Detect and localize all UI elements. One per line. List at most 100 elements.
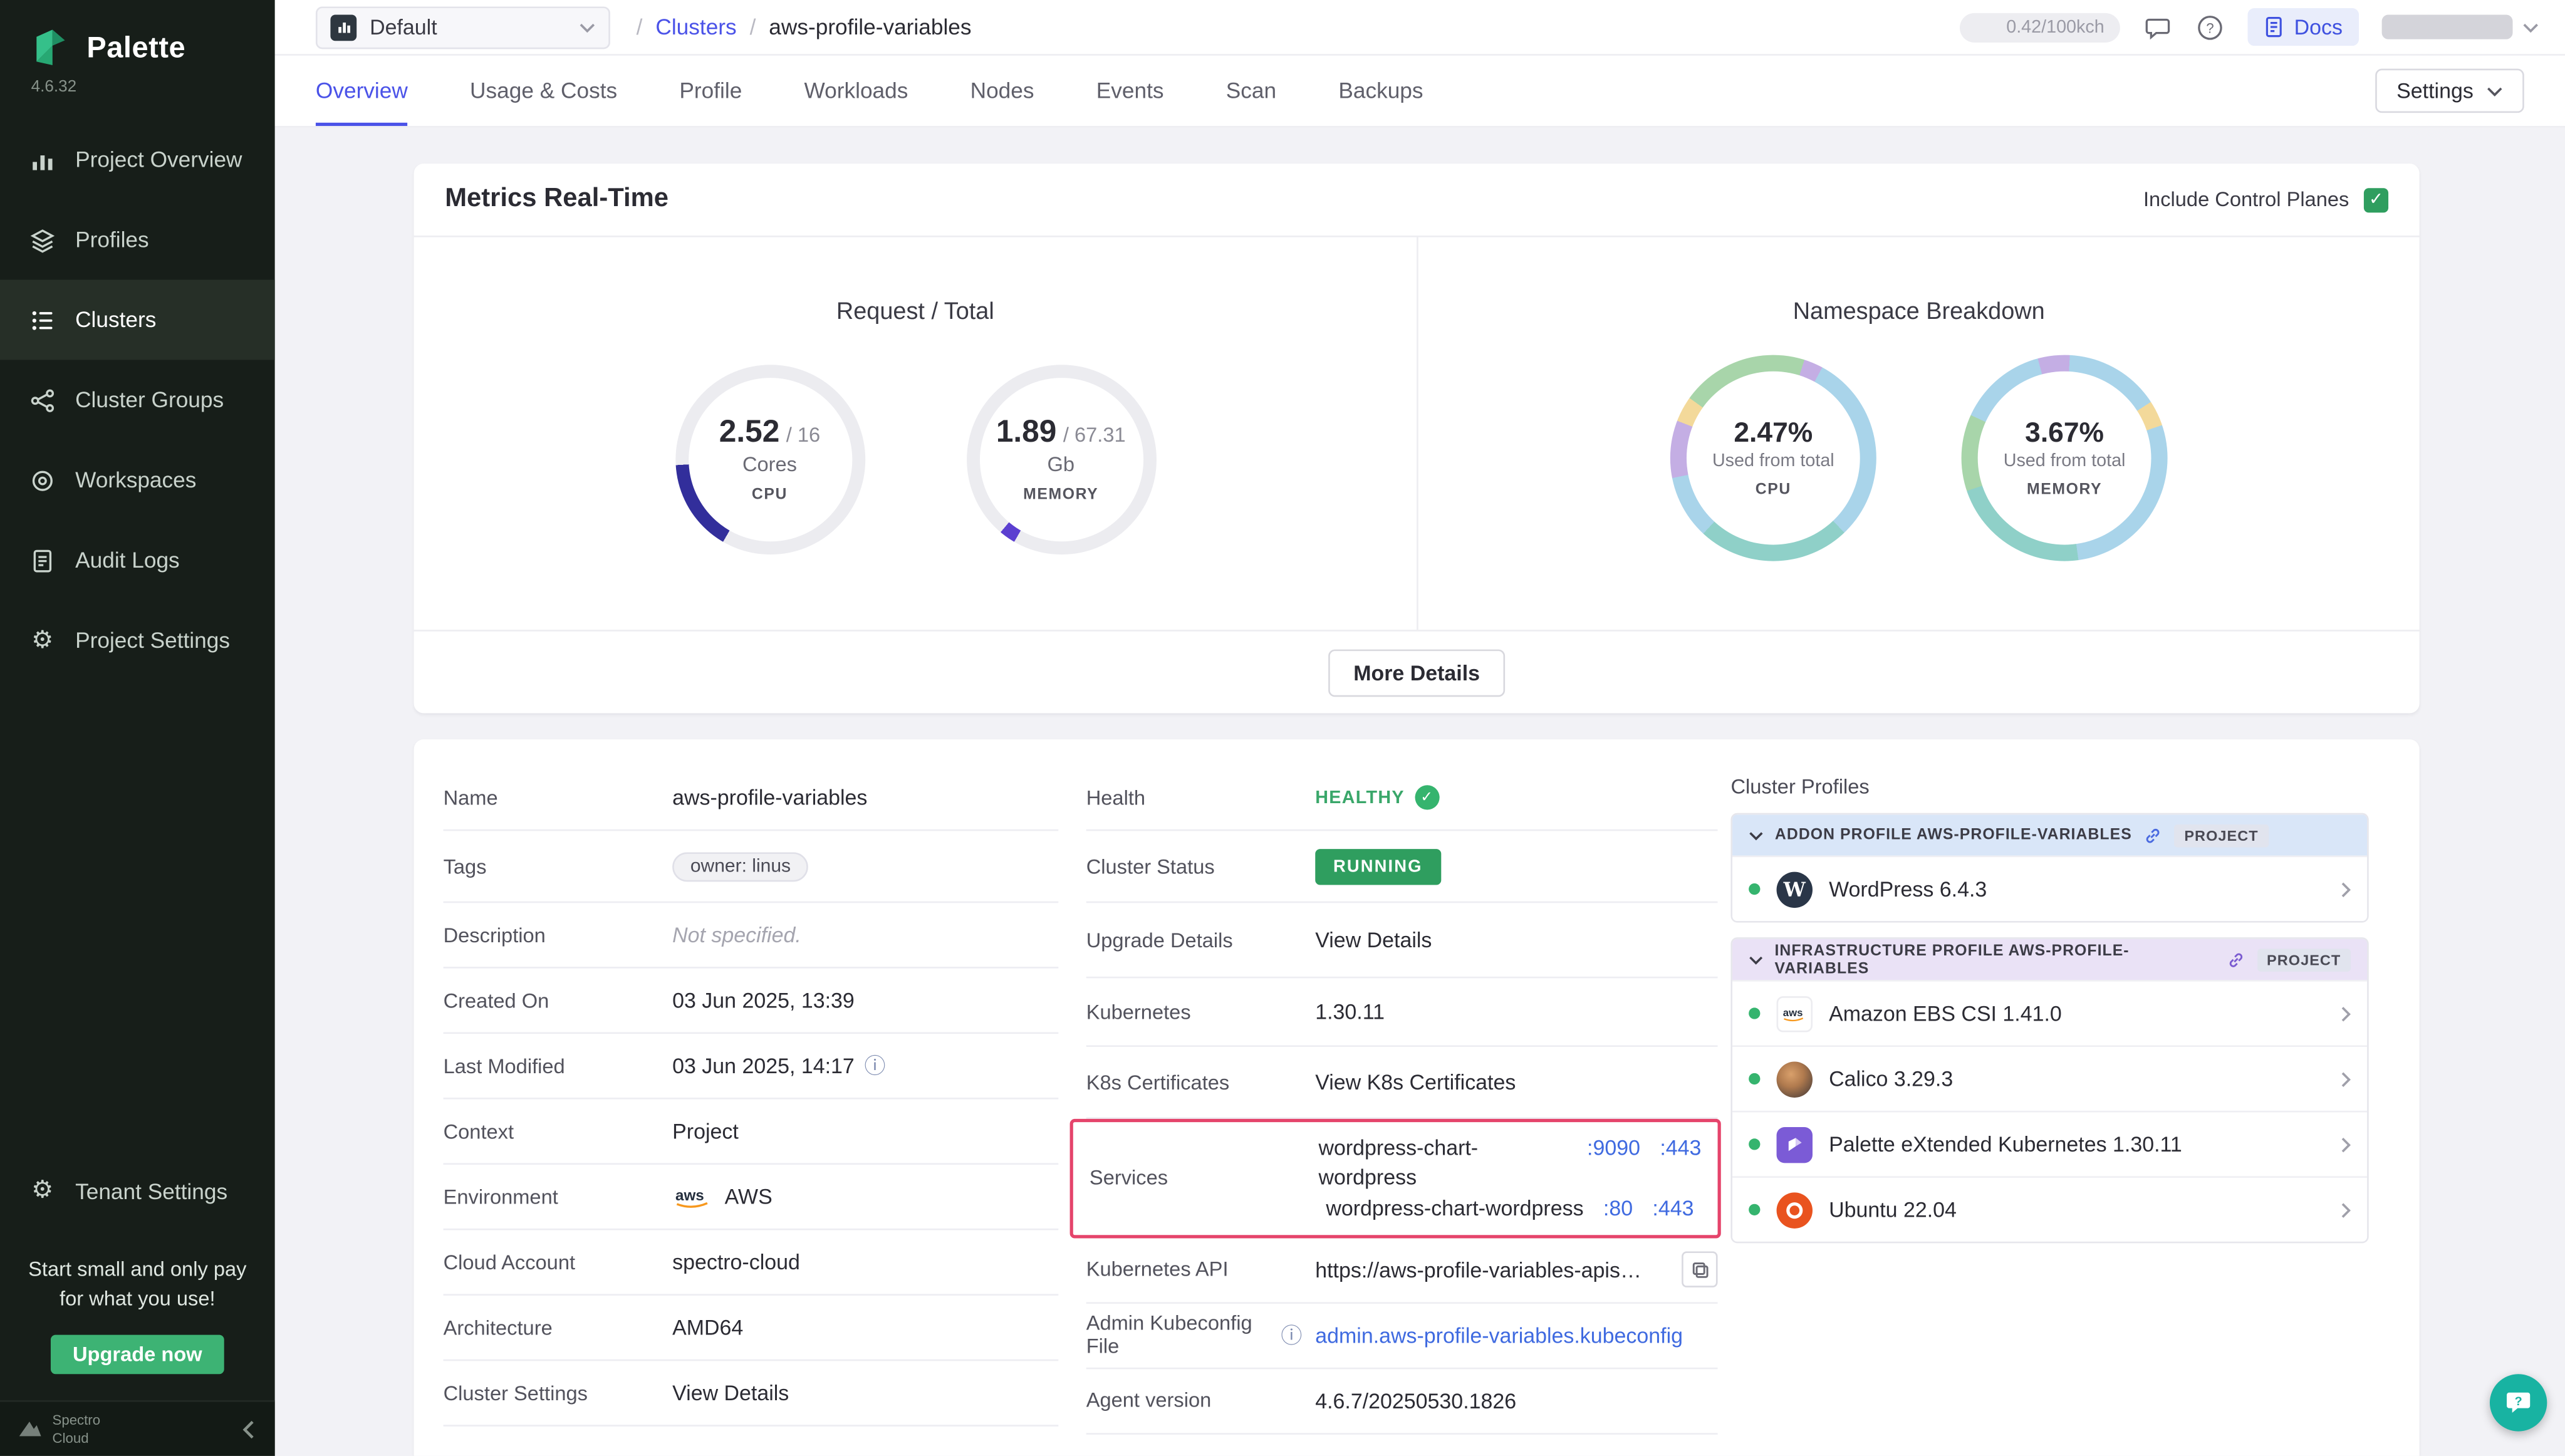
detail-row-health: Health HEALTHY ✓ bbox=[1086, 766, 1718, 831]
service-port-link[interactable]: :443 bbox=[1660, 1133, 1701, 1190]
cluster-profiles-title: Cluster Profiles bbox=[1730, 776, 2368, 799]
sidebar-item-project-settings[interactable]: ⚙ Project Settings bbox=[0, 600, 275, 680]
info-icon[interactable]: ⓘ bbox=[1281, 1324, 1302, 1346]
detail-row-last-modified: Last Modified 03 Jun 2025, 14:17 ⓘ bbox=[444, 1034, 1059, 1099]
help-icon[interactable]: ? bbox=[2196, 13, 2225, 42]
sidebar-item-label: Cluster Groups bbox=[75, 388, 224, 412]
sidebar-item-tenant-settings[interactable]: ⚙ Tenant Settings bbox=[0, 1151, 275, 1231]
document-icon bbox=[29, 547, 56, 573]
tab-events[interactable]: Events bbox=[1096, 56, 1164, 126]
project-selector[interactable]: Default bbox=[316, 6, 610, 48]
bar-chart-icon bbox=[29, 147, 56, 173]
metrics-realtime-card: Metrics Real-Time Include Control Planes… bbox=[414, 164, 2420, 713]
link-icon[interactable] bbox=[2226, 950, 2245, 969]
namespace-breakdown-title: Namespace Breakdown bbox=[1793, 299, 2045, 326]
sidebar-item-workspaces[interactable]: Workspaces bbox=[0, 440, 275, 520]
request-total-panel: Request / Total 2.52 / 16 Cores CPU bbox=[414, 237, 1417, 630]
status-dot bbox=[1749, 883, 1760, 895]
cluster-details-card: Name aws-profile-variables Tags owner: l… bbox=[414, 739, 2420, 1456]
sidebar-item-clusters[interactable]: Clusters bbox=[0, 279, 275, 360]
tab-nodes[interactable]: Nodes bbox=[970, 56, 1034, 126]
kubeconfig-download-link[interactable]: admin.aws-profile-variables.kubeconfig bbox=[1315, 1323, 1683, 1347]
status-dot bbox=[1749, 1204, 1760, 1215]
chevron-right-icon bbox=[2341, 1136, 2351, 1152]
view-k8s-certificates-link[interactable]: View K8s Certificates bbox=[1315, 1070, 1717, 1095]
status-dot bbox=[1749, 1073, 1760, 1084]
layers-icon bbox=[29, 227, 56, 253]
tab-scan[interactable]: Scan bbox=[1226, 56, 1276, 126]
settings-dropdown-button[interactable]: Settings bbox=[2375, 69, 2524, 113]
upgrade-now-button[interactable]: Upgrade now bbox=[51, 1335, 224, 1375]
tab-usage-costs[interactable]: Usage & Costs bbox=[470, 56, 617, 126]
service-port-link[interactable]: :443 bbox=[1652, 1194, 1694, 1223]
profile-layer-amazon-ebs-csi[interactable]: aws Amazon EBS CSI 1.41.0 bbox=[1732, 980, 2367, 1045]
profile-layer-calico[interactable]: Calico 3.29.3 bbox=[1732, 1045, 2367, 1110]
link-icon[interactable] bbox=[2143, 825, 2163, 845]
sidebar: Palette 4.6.32 Project Overview Profiles… bbox=[0, 0, 275, 1456]
sidebar-item-project-overview[interactable]: Project Overview bbox=[0, 120, 275, 200]
wordpress-logo: W bbox=[1777, 871, 1813, 907]
app-window: Palette 4.6.32 Project Overview Profiles… bbox=[0, 0, 2565, 1456]
spectro-cloud-wordmark: Spectro Cloud bbox=[53, 1412, 100, 1445]
spectro-cloud-logo bbox=[16, 1418, 43, 1440]
app-version: 4.6.32 bbox=[0, 75, 275, 119]
palette-logo-icon bbox=[29, 26, 72, 69]
more-details-button[interactable]: More Details bbox=[1329, 648, 1504, 696]
chevron-right-icon bbox=[2341, 1005, 2351, 1021]
info-icon[interactable]: ⓘ bbox=[864, 1055, 885, 1076]
infrastructure-profile-header[interactable]: INFRASTRUCTURE PROFILE AWS-PROFILE-VARIA… bbox=[1732, 939, 2367, 980]
sidebar-footer: Spectro Cloud bbox=[0, 1400, 275, 1456]
project-icon bbox=[330, 14, 356, 40]
copy-icon[interactable] bbox=[1682, 1251, 1717, 1287]
service-port-link[interactable]: :80 bbox=[1603, 1194, 1633, 1223]
service-row: wordpress-chart-wordpress :80 :443 bbox=[1326, 1194, 1694, 1223]
detail-row-cluster-settings: Cluster Settings View Details bbox=[444, 1361, 1059, 1426]
sidebar-item-profiles[interactable]: Profiles bbox=[0, 200, 275, 280]
collapse-sidebar-icon[interactable] bbox=[242, 1419, 255, 1438]
chevron-right-icon bbox=[2341, 1071, 2351, 1087]
tab-overview[interactable]: Overview bbox=[316, 56, 408, 126]
project-selector-value: Default bbox=[370, 14, 566, 39]
sidebar-item-label: Project Overview bbox=[75, 147, 242, 172]
project-scope-badge: PROJECT bbox=[2257, 948, 2351, 971]
tab-workloads[interactable]: Workloads bbox=[804, 56, 908, 126]
aws-logo: aws bbox=[1777, 996, 1813, 1031]
profile-layer-wordpress[interactable]: W WordPress 6.4.3 bbox=[1732, 856, 2367, 921]
chevron-down-icon bbox=[2487, 86, 2503, 96]
profile-layer-ubuntu[interactable]: Ubuntu 22.04 bbox=[1732, 1176, 2367, 1241]
cluster-settings-view-details-link[interactable]: View Details bbox=[672, 1381, 1058, 1405]
detail-row-description: Description Not specified. bbox=[444, 903, 1059, 968]
sidebar-item-audit-logs[interactable]: Audit Logs bbox=[0, 520, 275, 600]
docs-icon bbox=[2265, 16, 2284, 38]
cluster-profiles-panel: Cluster Profiles ADDON PROFILE AWS-PROFI… bbox=[1730, 766, 2368, 1456]
detail-row-environment: Environment aws AWS bbox=[444, 1165, 1059, 1230]
chat-icon[interactable] bbox=[2143, 13, 2173, 42]
addon-profile-header[interactable]: ADDON PROFILE AWS-PROFILE-VARIABLES PROJ… bbox=[1732, 814, 2367, 855]
tab-profile[interactable]: Profile bbox=[679, 56, 742, 126]
sidebar-item-cluster-groups[interactable]: Cluster Groups bbox=[0, 360, 275, 440]
detail-row-upgrade-details: Upgrade Details View Details bbox=[1086, 903, 1718, 978]
support-chat-fab[interactable]: ? bbox=[2490, 1374, 2547, 1431]
tab-backups[interactable]: Backups bbox=[1338, 56, 1423, 126]
include-control-planes-checkbox[interactable]: ✓ bbox=[2364, 187, 2388, 212]
infrastructure-profile-group: INFRASTRUCTURE PROFILE AWS-PROFILE-VARIA… bbox=[1730, 937, 2368, 1243]
upgrade-promo-text: Start small and only pay for what you us… bbox=[14, 1254, 260, 1314]
upgrade-view-details-link[interactable]: View Details bbox=[1315, 927, 1717, 952]
healthy-check-icon: ✓ bbox=[1415, 785, 1439, 809]
clusters-list-icon bbox=[29, 307, 56, 333]
user-menu[interactable] bbox=[2382, 14, 2539, 39]
request-total-title: Request / Total bbox=[836, 299, 994, 326]
chevron-down-icon bbox=[1749, 955, 1763, 965]
sidebar-item-label: Workspaces bbox=[75, 468, 196, 492]
detail-row-kubernetes-api: Kubernetes API https://aws-profile-varia… bbox=[1086, 1237, 1718, 1303]
cpu-namespace-donut: 2.47% Used from total CPU bbox=[1670, 355, 1876, 561]
docs-button[interactable]: Docs bbox=[2248, 8, 2359, 46]
breadcrumb-clusters-link[interactable]: Clusters bbox=[655, 14, 736, 39]
gear-icon: ⚙ bbox=[29, 627, 56, 653]
profile-layer-palette-extended-kubernetes[interactable]: Palette eXtended Kubernetes 1.30.11 bbox=[1732, 1111, 2367, 1176]
service-port-link[interactable]: :9090 bbox=[1587, 1133, 1640, 1190]
tag-chip: owner: linus bbox=[672, 851, 809, 881]
detail-row-tags: Tags owner: linus bbox=[444, 831, 1059, 903]
service-row: wordpress-chart-wordpress :9090 :443 bbox=[1318, 1133, 1701, 1190]
brand-name: Palette bbox=[86, 30, 185, 65]
